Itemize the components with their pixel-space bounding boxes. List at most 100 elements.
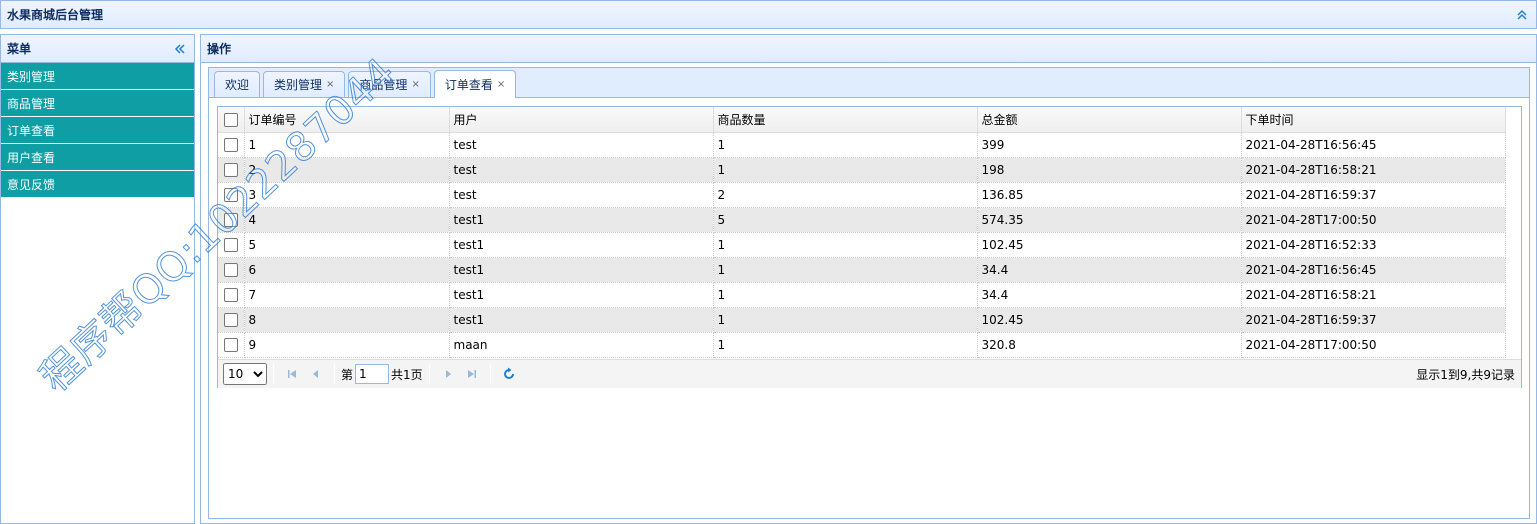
- column-header-order-time[interactable]: 下单时间: [1241, 107, 1506, 133]
- order-id-cell: 7: [244, 282, 450, 308]
- table-header-row: 订单编号 用户 商品数量 总金额 下单时间: [218, 107, 1506, 133]
- user-cell: test1: [449, 257, 714, 283]
- order-id-cell: 4: [244, 207, 450, 233]
- order-time-cell: 2021-04-28T16:59:37: [1241, 307, 1506, 333]
- table-row[interactable]: 1 test 1 399 2021-04-28T16:56:45: [218, 132, 1506, 158]
- row-select-cell[interactable]: [218, 132, 245, 158]
- menu-item-users[interactable]: 用户查看: [1, 144, 194, 171]
- tab-label: 类别管理: [274, 78, 323, 92]
- total-cell: 136.85: [977, 182, 1242, 208]
- row-select-cell[interactable]: [218, 257, 245, 283]
- menu-item-category[interactable]: 类别管理: [1, 63, 194, 90]
- tab-welcome[interactable]: 欢迎: [214, 71, 261, 97]
- menu-panel: 菜单 类别管理 商品管理 订单查看 用户查看 意见反馈: [0, 34, 195, 524]
- row-select-cell[interactable]: [218, 207, 245, 233]
- row-select-cell[interactable]: [218, 282, 245, 308]
- total-cell: 399: [977, 132, 1242, 158]
- row-checkbox[interactable]: [224, 262, 238, 277]
- close-icon[interactable]: ×: [411, 79, 419, 90]
- collapse-up-icon[interactable]: [1514, 7, 1530, 23]
- close-icon[interactable]: ×: [326, 79, 334, 90]
- page-prefix-label: 第: [341, 367, 354, 382]
- select-all-checkbox[interactable]: [224, 112, 238, 127]
- tab-strip: 欢迎 类别管理 × 商品管理 × 订单查看 ×: [209, 68, 1529, 98]
- operation-panel: 操作 欢迎 类别管理 × 商品管理 × 订单查看 × 订单编号 用户 商品数量 …: [200, 34, 1537, 524]
- user-cell: test1: [449, 282, 714, 308]
- tabs-container: 欢迎 类别管理 × 商品管理 × 订单查看 × 订单编号 用户 商品数量 总金额…: [208, 67, 1530, 519]
- pager-separator: [334, 364, 335, 384]
- row-checkbox[interactable]: [224, 337, 238, 352]
- row-checkbox[interactable]: [224, 137, 238, 152]
- row-select-cell[interactable]: [218, 232, 245, 258]
- row-select-cell[interactable]: [218, 332, 245, 358]
- quantity-cell: 1: [713, 132, 978, 158]
- order-time-cell: 2021-04-28T16:52:33: [1241, 232, 1506, 258]
- table-row[interactable]: 2 test 1 198 2021-04-28T16:58:21: [218, 157, 1506, 183]
- user-cell: maan: [449, 332, 714, 358]
- table-row[interactable]: 6 test1 1 34.4 2021-04-28T16:56:45: [218, 257, 1506, 283]
- order-id-cell: 5: [244, 232, 450, 258]
- total-cell: 102.45: [977, 307, 1242, 333]
- tab-category[interactable]: 类别管理 ×: [263, 71, 346, 97]
- quantity-cell: 1: [713, 232, 978, 258]
- pager-separator: [273, 364, 274, 384]
- close-icon[interactable]: ×: [497, 79, 505, 90]
- total-cell: 34.4: [977, 257, 1242, 283]
- row-checkbox[interactable]: [224, 187, 238, 202]
- quantity-cell: 1: [713, 157, 978, 183]
- column-header-quantity[interactable]: 商品数量: [713, 107, 978, 133]
- column-header-total[interactable]: 总金额: [977, 107, 1242, 133]
- menu-item-feedback[interactable]: 意见反馈: [1, 171, 194, 198]
- table-row[interactable]: 7 test1 1 34.4 2021-04-28T16:58:21: [218, 282, 1506, 308]
- table-row[interactable]: 3 test 2 136.85 2021-04-28T16:59:37: [218, 182, 1506, 208]
- column-header-user[interactable]: 用户: [449, 107, 714, 133]
- order-time-cell: 2021-04-28T17:00:50: [1241, 332, 1506, 358]
- pager-separator: [428, 364, 430, 384]
- order-time-cell: 2021-04-28T16:59:37: [1241, 182, 1506, 208]
- row-checkbox[interactable]: [224, 312, 238, 327]
- prev-page-icon[interactable]: [306, 364, 326, 384]
- user-cell: test: [449, 157, 714, 183]
- column-header-order-id[interactable]: 订单编号: [244, 107, 450, 133]
- table-row[interactable]: 5 test1 1 102.45 2021-04-28T16:52:33: [218, 232, 1506, 258]
- row-checkbox[interactable]: [224, 212, 238, 227]
- table-row[interactable]: 9 maan 1 320.8 2021-04-28T17:00:50: [218, 332, 1506, 358]
- order-id-cell: 2: [244, 157, 450, 183]
- order-time-cell: 2021-04-28T17:00:50: [1241, 207, 1506, 233]
- row-select-cell[interactable]: [218, 307, 245, 333]
- quantity-cell: 1: [713, 307, 978, 333]
- row-checkbox[interactable]: [224, 287, 238, 302]
- tab-orders[interactable]: 订单查看 ×: [433, 70, 517, 98]
- row-checkbox[interactable]: [224, 237, 238, 252]
- quantity-cell: 1: [713, 332, 978, 358]
- first-page-icon[interactable]: [282, 364, 302, 384]
- quantity-cell: 5: [713, 207, 978, 233]
- page-total-label: 共1页: [391, 367, 423, 382]
- order-time-cell: 2021-04-28T16:58:21: [1241, 157, 1506, 183]
- menu-item-orders[interactable]: 订单查看: [1, 117, 194, 144]
- select-all-cell[interactable]: [218, 107, 245, 133]
- operation-panel-title: 操作: [207, 42, 232, 56]
- page-size-select[interactable]: 10: [223, 363, 267, 385]
- refresh-icon[interactable]: [499, 364, 519, 384]
- row-checkbox[interactable]: [224, 162, 238, 177]
- order-time-cell: 2021-04-28T16:58:21: [1241, 282, 1506, 308]
- last-page-icon[interactable]: [462, 364, 482, 384]
- pagination-bar: 10 第 共1页: [218, 359, 1521, 388]
- row-select-cell[interactable]: [218, 182, 245, 208]
- next-page-icon[interactable]: [438, 364, 458, 384]
- quantity-cell: 1: [713, 282, 978, 308]
- page-number-input[interactable]: [355, 364, 390, 384]
- order-id-cell: 6: [244, 257, 450, 283]
- menu-item-product[interactable]: 商品管理: [1, 90, 194, 117]
- total-cell: 198: [977, 157, 1242, 183]
- order-time-cell: 2021-04-28T16:56:45: [1241, 132, 1506, 158]
- collapse-left-icon[interactable]: [172, 41, 188, 57]
- tab-label: 订单查看: [444, 78, 493, 92]
- total-cell: 102.45: [977, 232, 1242, 258]
- table-row[interactable]: 8 test1 1 102.45 2021-04-28T16:59:37: [218, 307, 1506, 333]
- tab-product[interactable]: 商品管理 ×: [348, 71, 431, 97]
- table-row[interactable]: 4 test1 5 574.35 2021-04-28T17:00:50: [218, 207, 1506, 233]
- row-select-cell[interactable]: [218, 157, 245, 183]
- app-header: 水果商城后台管理: [0, 0, 1537, 29]
